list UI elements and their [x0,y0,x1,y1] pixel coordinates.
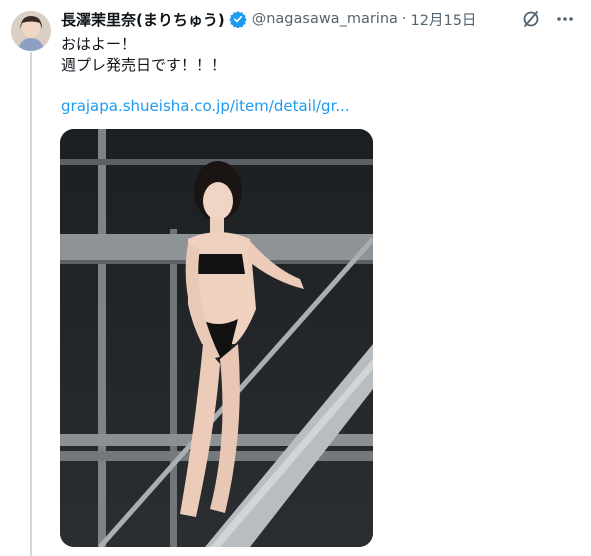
tweet-text: おはよー！ 週プレ発売日です！！！ [61,34,226,76]
thread-line [30,52,32,556]
author-name[interactable]: 長澤茉里奈(まりちゅう) [61,9,225,30]
author-handle[interactable]: @nagasawa_marina [252,11,398,27]
tweet-text-line: おはよー！ [61,35,137,53]
more-icon[interactable] [555,9,575,29]
avatar[interactable] [11,11,51,51]
tweet-date[interactable]: 12月15日 [411,9,477,30]
tweet-actions [521,9,575,29]
grok-icon[interactable] [521,9,541,29]
verified-badge-icon [229,10,247,29]
tweet-text-line: 週プレ発売日です！！！ [61,56,227,74]
separator-dot: · [401,11,407,27]
tweet-photo[interactable] [60,129,373,547]
tweet-header: 長澤茉里奈(まりちゅう) @nagasawa_marina · 12月15日 [61,9,476,29]
tweet-link[interactable]: grajapa.shueisha.co.jp/item/detail/gr... [61,97,350,115]
